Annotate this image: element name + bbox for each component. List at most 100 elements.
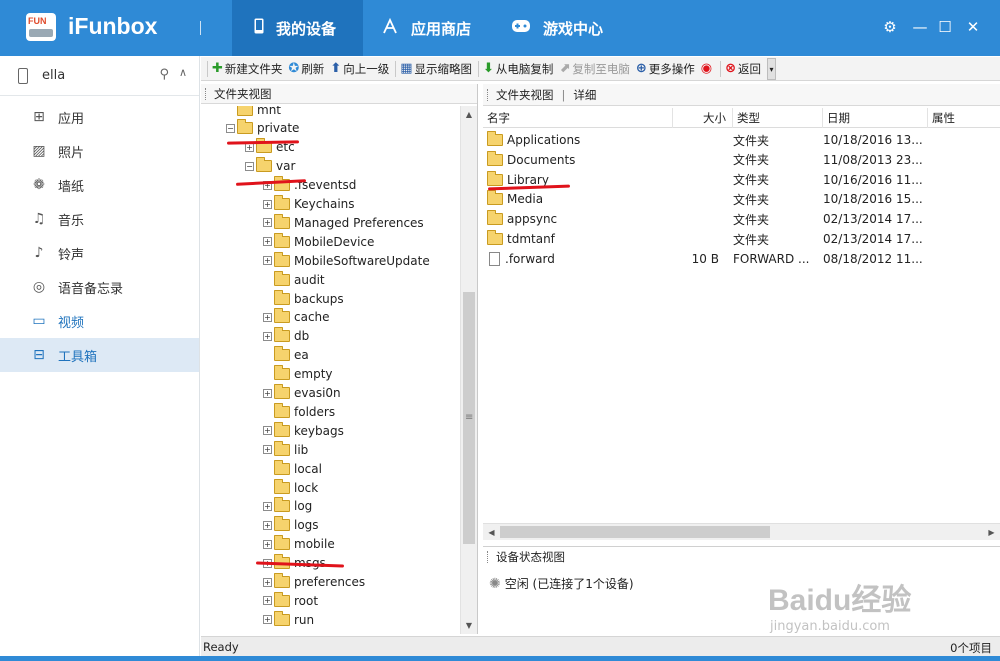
device-selector[interactable]: ella ⚲ ∧ — [0, 56, 199, 96]
column-date[interactable]: 日期 — [823, 108, 928, 128]
scroll-left-arrow-icon[interactable]: ◀ — [483, 524, 500, 541]
sidebar-item-voice-memos[interactable]: ◎ 语音备忘录 — [0, 270, 199, 304]
sidebar-item-videos[interactable]: ▭ 视频 — [0, 304, 199, 338]
weibo-button[interactable]: ◉ — [701, 61, 714, 76]
column-size[interactable]: 大小 — [673, 108, 733, 128]
arrow-up-icon: ⬆ — [330, 61, 342, 76]
tree-item[interactable]: + lib — [263, 440, 308, 459]
expand-icon[interactable]: + — [263, 577, 272, 587]
sidebar-item-apps[interactable]: ⊞ 应用 — [0, 100, 199, 134]
minimize-icon[interactable]: — — [910, 18, 930, 36]
expand-icon[interactable]: + — [263, 501, 272, 511]
tree-item[interactable]: + Managed Preferences — [263, 213, 424, 232]
close-icon[interactable]: ✕ — [963, 18, 983, 36]
expand-icon[interactable]: + — [263, 388, 272, 398]
scroll-up-arrow-icon[interactable]: ▲ — [461, 106, 477, 123]
tree-item[interactable]: + evasi0n — [263, 384, 341, 403]
copy-to-pc-button[interactable]: ⬈ 复制至电脑 — [559, 61, 629, 77]
copy-from-pc-button[interactable]: ⬇ 从电脑复制 — [483, 61, 553, 77]
folder-icon — [487, 230, 503, 245]
tree-item[interactable]: + MobileDevice — [263, 232, 374, 251]
tree-item[interactable]: + mobile — [263, 535, 335, 554]
collapse-icon[interactable]: − — [245, 161, 254, 171]
expand-icon[interactable]: + — [263, 445, 272, 455]
tree-item[interactable]: ea — [263, 346, 309, 365]
tree-item[interactable]: + logs — [263, 516, 319, 535]
expand-icon[interactable]: + — [263, 256, 272, 266]
tree-item[interactable]: + .fseventsd — [263, 176, 356, 195]
file-icon — [489, 251, 500, 266]
tree-item[interactable]: audit — [263, 270, 325, 289]
tree-item[interactable]: − private — [226, 119, 299, 138]
new-folder-button[interactable]: ✚ 新建文件夹 — [212, 61, 282, 77]
tree-item-label: backups — [294, 291, 344, 306]
scroll-down-arrow-icon[interactable]: ▼ — [461, 617, 477, 634]
tree-item[interactable]: mnt — [226, 106, 281, 119]
tree-item[interactable]: empty — [263, 365, 333, 384]
expand-icon[interactable]: + — [263, 237, 272, 247]
more-actions-button[interactable]: ⊕ 更多操作 — [636, 61, 695, 77]
tab-label: 游戏中心 — [543, 19, 604, 38]
tree-item[interactable]: + root — [263, 591, 318, 610]
tree-item[interactable]: + preferences — [263, 573, 365, 592]
refresh-button[interactable]: ✪ 刷新 — [288, 61, 324, 77]
tree-item[interactable]: + cache — [263, 308, 330, 327]
tree-item[interactable]: folders — [263, 402, 335, 421]
file-row[interactable]: Applications 文件夹 10/18/2016 13... — [483, 130, 1000, 150]
expand-icon[interactable]: + — [263, 312, 272, 322]
tree-scrollbar[interactable]: ▲ ≡ ▼ — [460, 106, 477, 634]
title-bar: FUN iFunbox 我的设备 应用商店 游戏中心 ⚙ — ☐ ✕ — [0, 0, 1000, 56]
maximize-icon[interactable]: ☐ — [935, 18, 955, 36]
expand-icon[interactable]: + — [263, 596, 272, 606]
folder-view-link[interactable]: 文件夹视图 — [496, 87, 554, 103]
settings-gear-icon[interactable]: ⚙ — [880, 18, 900, 36]
expand-icon[interactable]: + — [263, 539, 272, 549]
sidebar-item-toolbox[interactable]: ⊟ 工具箱 — [0, 338, 199, 372]
file-row[interactable]: .forward 10 B FORWARD ... 08/18/2012 11... — [483, 249, 1000, 269]
expand-icon[interactable]: + — [263, 199, 272, 209]
expand-icon[interactable]: + — [263, 520, 272, 530]
show-thumbnails-button[interactable]: ▦ 显示缩略图 — [400, 61, 472, 77]
tree-item[interactable]: + db — [263, 327, 309, 346]
sidebar-item-ringtones[interactable]: ♪ 铃声 — [0, 236, 199, 270]
detail-view-link[interactable]: 详细 — [573, 87, 596, 103]
sidebar-item-wallpaper[interactable]: ❁ 墙纸 — [0, 168, 199, 202]
tree-item[interactable]: backups — [263, 289, 344, 308]
scroll-right-arrow-icon[interactable]: ▶ — [983, 524, 1000, 541]
tab-label: 应用商店 — [411, 19, 472, 38]
sidebar-item-photos[interactable]: ▨ 照片 — [0, 134, 199, 168]
file-row[interactable]: appsync 文件夹 02/13/2014 17... — [483, 209, 1000, 229]
file-name: appsync — [507, 212, 558, 227]
tree-item[interactable]: + log — [263, 497, 312, 516]
tree-item[interactable]: − var — [245, 157, 295, 176]
column-attributes[interactable]: 属性 — [928, 108, 1000, 128]
file-row[interactable]: Media 文件夹 10/18/2016 15... — [483, 189, 1000, 209]
expand-icon[interactable]: + — [263, 615, 272, 625]
up-level-button[interactable]: ⬆ 向上一级 — [330, 61, 389, 77]
tree-item[interactable]: + Keychains — [263, 195, 355, 214]
file-row[interactable]: Documents 文件夹 11/08/2013 23... — [483, 150, 1000, 170]
tree-item[interactable]: lock — [263, 478, 318, 497]
column-name[interactable]: 名字 — [483, 108, 673, 128]
list-horizontal-scrollbar[interactable]: ◀ ▶ — [483, 523, 1000, 540]
tab-my-device[interactable]: 我的设备 — [232, 0, 363, 56]
ringtone-icon: ♪ — [34, 245, 44, 261]
column-type[interactable]: 类型 — [733, 108, 823, 128]
chevron-up-icon[interactable]: ∧ — [179, 66, 187, 79]
toolbar-overflow-button[interactable]: ▾ — [766, 57, 776, 80]
expand-icon[interactable]: + — [263, 426, 272, 436]
tree-item[interactable]: + MobileSoftwareUpdate — [263, 251, 430, 270]
file-row[interactable]: tdmtanf 文件夹 02/13/2014 17... — [483, 229, 1000, 249]
tab-game-center[interactable]: 游戏中心 — [493, 0, 623, 56]
sidebar-item-music[interactable]: ♫ 音乐 — [0, 202, 199, 236]
tree-item[interactable]: + keybags — [263, 421, 344, 440]
tab-app-store[interactable]: 应用商店 — [363, 0, 493, 56]
device-status-header: 设备状态视图 — [483, 547, 1000, 567]
expand-icon[interactable]: + — [263, 331, 272, 341]
collapse-icon[interactable]: − — [226, 123, 235, 133]
scroll-thumb[interactable] — [500, 526, 770, 538]
tree-item[interactable]: local — [263, 459, 322, 478]
back-button[interactable]: ⊗ 返回 — [725, 61, 761, 77]
expand-icon[interactable]: + — [263, 218, 272, 228]
tree-item[interactable]: + run — [263, 610, 314, 629]
